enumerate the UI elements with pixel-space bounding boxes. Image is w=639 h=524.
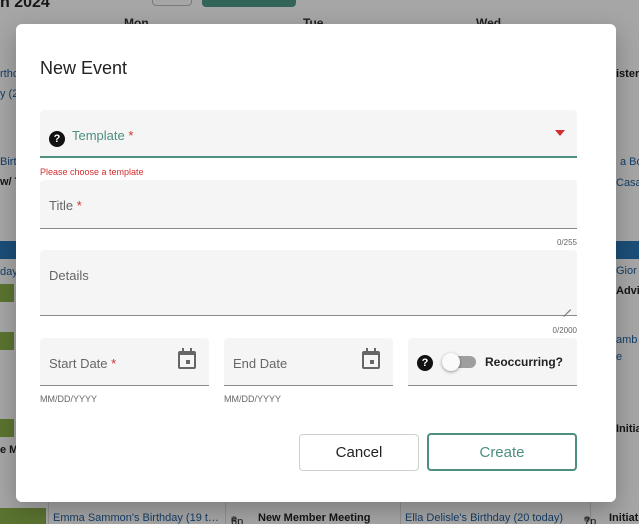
details-field[interactable]: Details (40, 250, 577, 316)
start-date-hint: MM/DD/YYYY (40, 394, 98, 404)
create-button[interactable]: Create (427, 433, 577, 471)
calendar-icon[interactable] (362, 348, 380, 369)
start-date-field[interactable]: Start Date * (40, 338, 209, 386)
end-date-label: End Date (233, 356, 288, 371)
template-error: Please choose a template (40, 167, 144, 177)
end-date-hint: MM/DD/YYYY (224, 394, 282, 404)
dialog-title: New Event (40, 58, 128, 78)
cancel-button[interactable]: Cancel (299, 434, 419, 471)
reoccurring-toggle[interactable] (442, 353, 478, 371)
reoccurring-label: Reoccurring? (485, 355, 564, 369)
title-field[interactable]: Title * (40, 180, 577, 229)
template-label: Template * (72, 128, 134, 143)
question-circle-icon[interactable]: ? (417, 355, 433, 371)
reoccurring-field: ? Reoccurring? (408, 338, 577, 386)
details-char-counter: 0/2000 (552, 326, 577, 335)
start-date-label: Start Date * (49, 356, 117, 371)
title-label: Title * (49, 198, 82, 213)
calendar-icon[interactable] (178, 348, 196, 369)
end-date-field[interactable]: End Date (224, 338, 393, 386)
toggle-knob (442, 353, 460, 371)
new-event-dialog: New Event ? Template * Please choose a t… (16, 24, 616, 502)
details-label: Details (49, 268, 89, 283)
resize-handle-icon[interactable] (563, 302, 571, 310)
template-select[interactable]: ? Template * (40, 110, 577, 158)
question-circle-icon[interactable]: ? (49, 131, 65, 147)
caret-down-icon[interactable] (555, 130, 565, 136)
title-char-counter: 0/255 (556, 238, 577, 247)
